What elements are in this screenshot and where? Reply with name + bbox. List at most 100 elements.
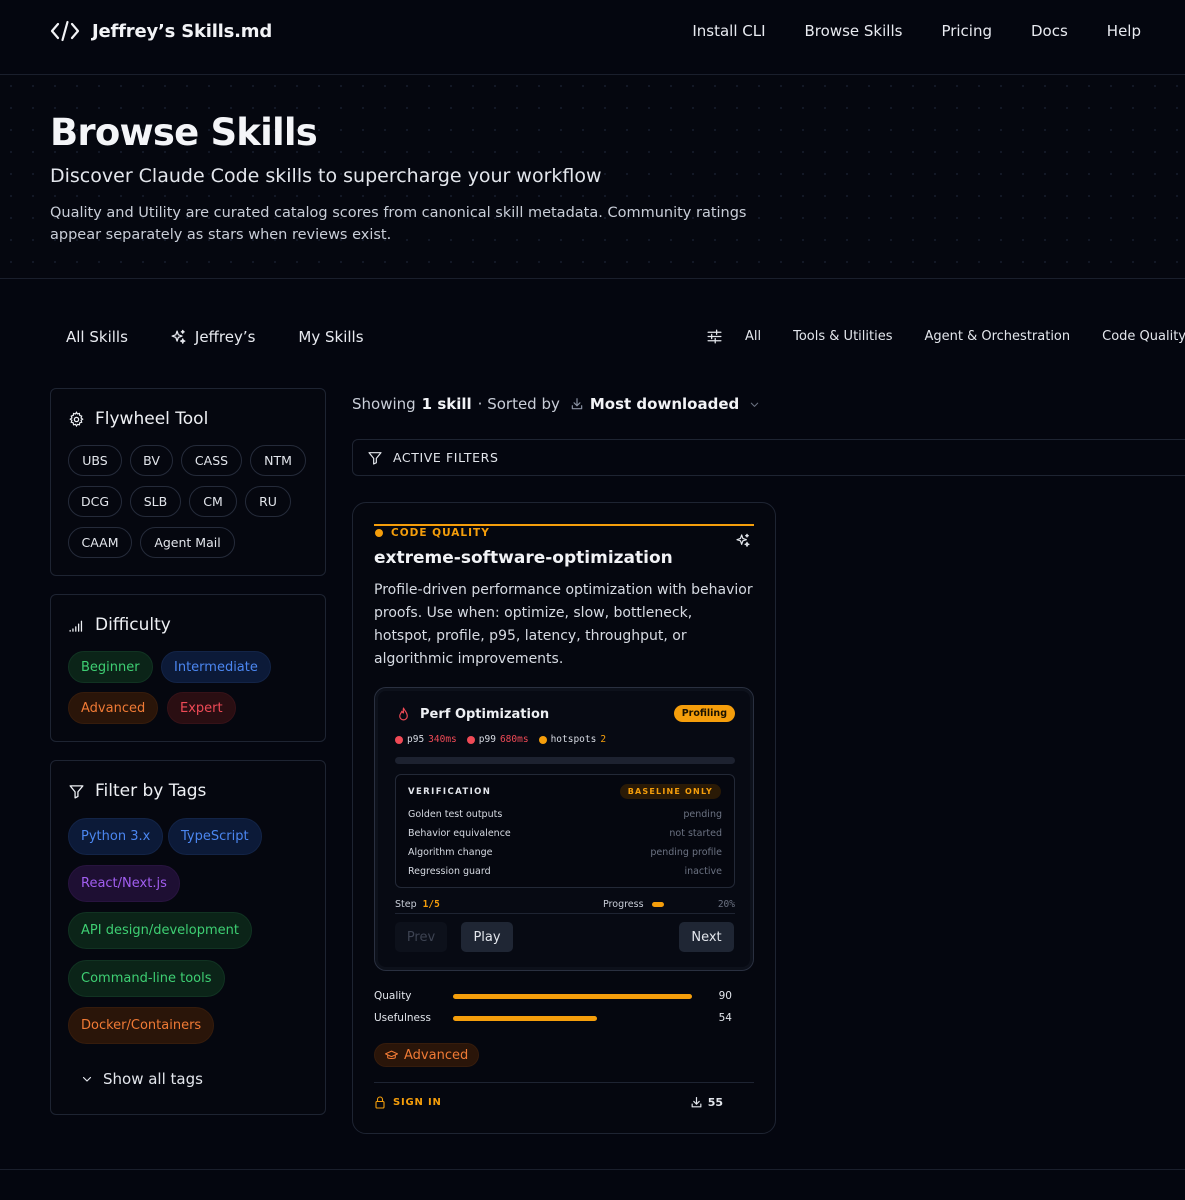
- metric-dot: [395, 735, 403, 744]
- nav-browse-skills[interactable]: Browse Skills: [805, 22, 903, 40]
- tool-chip-dcg[interactable]: DCG: [68, 486, 122, 517]
- tool-chip-cm[interactable]: CM: [189, 486, 237, 517]
- check-name: Golden test outputs: [408, 809, 503, 820]
- metric-dot: [466, 735, 475, 744]
- check-name: Algorithm change: [408, 847, 493, 858]
- page-subtitle: Discover Claude Code skills to superchar…: [50, 165, 602, 187]
- sort-select[interactable]: Most downloaded: [570, 395, 760, 413]
- card-accent-line: [374, 524, 754, 526]
- demo-title: Perf Optimization: [420, 707, 550, 722]
- sign-in-button[interactable]: SIGN IN: [374, 1096, 442, 1109]
- top-navigation-bar: Jeffrey’s Skills.md Install CLI Browse S…: [0, 0, 1185, 75]
- nav-help[interactable]: Help: [1107, 22, 1141, 40]
- sort-value: Most downloaded: [589, 395, 740, 413]
- check-name: Behavior equivalence: [408, 828, 511, 839]
- sparkles-icon: [736, 533, 750, 547]
- check-row: Regression guard inactive: [408, 866, 722, 877]
- tool-chip-ru[interactable]: RU: [245, 486, 291, 517]
- tag-command-line-tools[interactable]: Command-line tools: [68, 960, 225, 997]
- page-title: Browse Skills: [50, 111, 318, 154]
- nav-pricing[interactable]: Pricing: [941, 22, 992, 40]
- tool-chip-ubs[interactable]: UBS: [68, 445, 122, 476]
- play-button[interactable]: Play: [461, 922, 513, 952]
- main-nav: Install CLI Browse Skills Pricing Docs H…: [692, 22, 1141, 40]
- skill-scope-tabs: All Skills Jeffrey’s My Skills: [66, 328, 364, 346]
- chevron-down-icon: [82, 1076, 92, 1082]
- category-code-quality[interactable]: Code Quality: [1102, 329, 1185, 344]
- panel-title-text: Difficulty: [95, 615, 171, 635]
- tab-my-skills[interactable]: My Skills: [298, 328, 363, 346]
- difficulty-advanced[interactable]: Advanced: [68, 692, 159, 724]
- nav-docs[interactable]: Docs: [1031, 22, 1068, 40]
- tool-chip-ntm[interactable]: NTM: [250, 445, 306, 476]
- tab-label: Jeffrey’s: [194, 328, 256, 346]
- next-button[interactable]: Next: [679, 922, 734, 952]
- footer-divider: [0, 1169, 1185, 1170]
- funnel-icon: [69, 784, 84, 799]
- difficulty-badge-label: Advanced: [404, 1047, 469, 1063]
- card-description: Profile-driven performance optimization …: [374, 582, 753, 667]
- category-filter-bar: All Tools & Utilities Agent & Orchestrat…: [706, 328, 1185, 345]
- card-title[interactable]: extreme-software-optimization: [374, 548, 673, 568]
- demo-header: Perf Optimization: [397, 707, 549, 722]
- timeline-track: [395, 757, 735, 764]
- progress-bar: [652, 902, 664, 907]
- metric-p95: p95 340ms: [395, 734, 457, 745]
- metric-value: 340ms: [428, 734, 457, 745]
- difficulty-intermediate[interactable]: Intermediate: [161, 651, 271, 683]
- tag-api-design[interactable]: API design/development: [68, 912, 252, 949]
- results-summary: Showing 1 skill · Sorted by Most downloa…: [352, 395, 760, 413]
- tool-chip-caam[interactable]: CAAM: [68, 527, 132, 558]
- tool-chip-slb[interactable]: SLB: [130, 486, 181, 517]
- show-all-tags-label: Show all tags: [103, 1070, 203, 1088]
- tag-react-nextjs[interactable]: React/Next.js: [68, 865, 180, 902]
- score-label: Quality: [374, 990, 412, 1002]
- nav-install-cli[interactable]: Install CLI: [692, 22, 765, 40]
- tab-all-skills[interactable]: All Skills: [66, 328, 128, 346]
- check-status: pending: [683, 809, 722, 820]
- prev-button[interactable]: Prev: [395, 922, 447, 952]
- score-value: 54: [718, 1012, 732, 1024]
- show-all-tags-button[interactable]: Show all tags: [81, 1070, 203, 1088]
- tool-chip-agent-mail[interactable]: Agent Mail: [140, 527, 235, 558]
- flywheel-tool-panel: Flywheel Tool UBS BV CASS NTM DCG SLB CM…: [50, 388, 326, 576]
- chevron-down-icon: [751, 402, 759, 407]
- status-badge: Profiling: [673, 705, 735, 722]
- score-label: Usefulness: [374, 1012, 431, 1024]
- difficulty-badge: Advanced: [374, 1043, 480, 1067]
- tool-chip-bv[interactable]: BV: [130, 445, 173, 476]
- card-category: CODE QUALITY: [375, 527, 490, 539]
- active-filters-bar[interactable]: ACTIVE FILTERS: [352, 439, 1185, 476]
- lock-icon: [375, 1096, 385, 1109]
- sign-in-label: SIGN IN: [393, 1097, 442, 1108]
- tag-docker-containers[interactable]: Docker/Containers: [68, 1007, 215, 1044]
- check-name: Regression guard: [408, 866, 491, 877]
- card-category-label: CODE QUALITY: [391, 527, 490, 539]
- check-status: inactive: [684, 866, 722, 877]
- brand-link[interactable]: Jeffrey’s Skills.md: [50, 20, 272, 42]
- tab-jeffreys[interactable]: Jeffrey’s: [170, 328, 256, 346]
- category-agent-orchestration[interactable]: Agent & Orchestration: [924, 329, 1070, 344]
- metric-hotspots: hotspots 2: [538, 734, 607, 745]
- sorted-by-label: · Sorted by: [477, 395, 560, 413]
- category-all[interactable]: All: [745, 329, 761, 344]
- progress-label: Progress: [603, 899, 644, 910]
- tag-typescript[interactable]: TypeScript: [168, 818, 262, 855]
- funnel-icon: [368, 451, 382, 465]
- skill-card[interactable]: CODE QUALITY extreme-software-optimizati…: [352, 502, 776, 1134]
- check-status: not started: [669, 828, 722, 839]
- sliders-icon[interactable]: [706, 328, 723, 345]
- tag-python[interactable]: Python 3.x: [68, 818, 164, 855]
- metric-label: p95: [407, 734, 425, 745]
- tool-chip-cass[interactable]: CASS: [181, 445, 242, 476]
- panel-title-text: Filter by Tags: [95, 781, 207, 801]
- download-icon: [691, 1097, 702, 1108]
- verification-badge: BASELINE ONLY: [619, 784, 721, 799]
- difficulty-beginner[interactable]: Beginner: [68, 651, 153, 683]
- metric-dot: [538, 735, 547, 744]
- category-tools-utilities[interactable]: Tools & Utilities: [793, 329, 892, 344]
- panel-heading: Flywheel Tool: [68, 409, 208, 429]
- difficulty-expert[interactable]: Expert: [167, 692, 236, 724]
- perf-metrics: p95 340ms p99 680ms hotspots 2: [395, 734, 606, 745]
- metric-value: 2: [600, 734, 607, 745]
